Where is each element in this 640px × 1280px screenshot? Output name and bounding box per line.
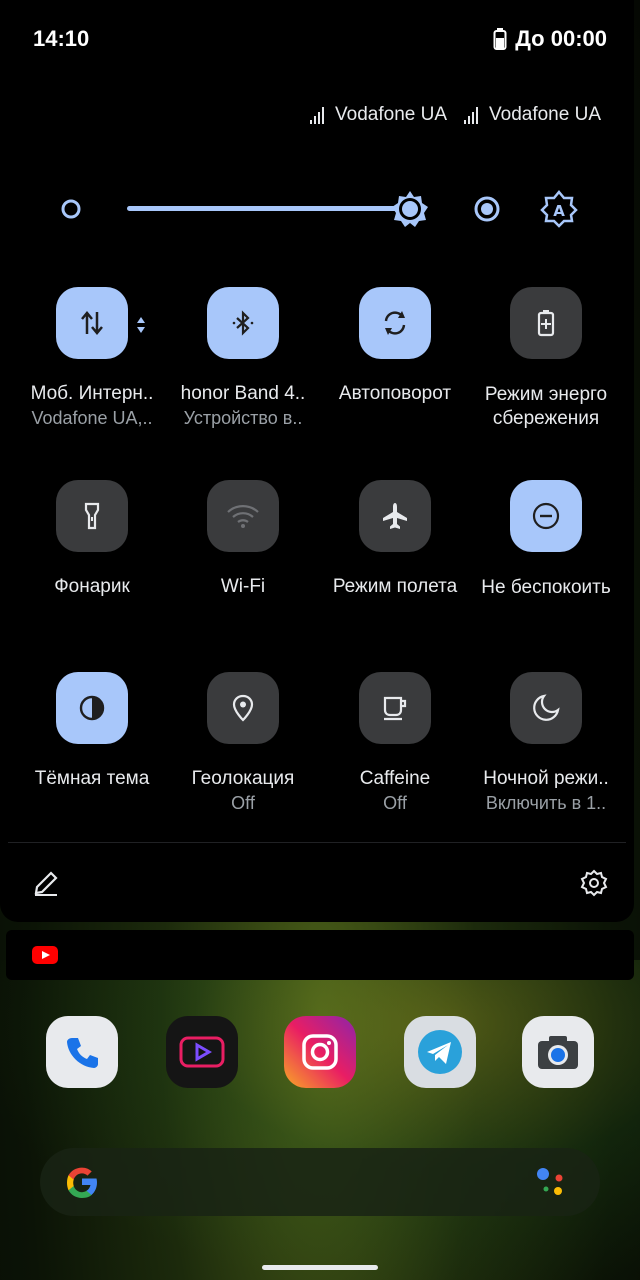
tile-label: Ночной режи.. (483, 768, 609, 789)
signal-icon (310, 107, 325, 124)
google-search-bar[interactable] (40, 1148, 600, 1216)
tile-airplane-mode[interactable]: Режим полета (319, 480, 471, 660)
tile-label: Геолокация (191, 768, 295, 789)
tile-button[interactable] (510, 480, 582, 552)
auto-rotate-icon (384, 311, 406, 335)
carrier-row: Vodafone UA Vodafone UA (309, 104, 601, 126)
telegram-icon (418, 1030, 462, 1074)
tile-button[interactable] (359, 480, 431, 552)
location-icon (232, 694, 254, 722)
do-not-disturb-icon (532, 502, 560, 530)
tile-button[interactable] (510, 287, 582, 359)
tile-button[interactable] (510, 672, 582, 744)
brightness-thumb-icon[interactable] (391, 190, 429, 228)
carrier-name: Vodafone UA (489, 104, 601, 125)
clock: 14:10 (33, 26, 90, 51)
tile-label: Автоповорот (338, 383, 452, 404)
tile-button[interactable] (207, 287, 279, 359)
tile-label: Фонарик (54, 576, 130, 597)
battery-icon (493, 28, 507, 50)
tile-button[interactable] (56, 480, 128, 552)
tile-sublabel: Off (383, 793, 407, 813)
wifi-icon (227, 505, 259, 528)
carrier-1: Vodafone UA (309, 104, 447, 126)
tile-button[interactable] (207, 672, 279, 744)
tile-sublabel: Off (231, 793, 255, 813)
night-mode-icon (533, 694, 560, 721)
notification-youtube[interactable] (6, 930, 634, 980)
flashlight-icon (84, 502, 100, 530)
tile-flashlight[interactable]: Фонарик (16, 480, 168, 660)
brightness-slider[interactable] (127, 206, 409, 211)
tile-label: Режим энерго сбережения (484, 384, 608, 429)
bluetooth-icon (232, 310, 254, 336)
camera-app-icon[interactable] (522, 1016, 594, 1088)
battery-status: До 00:00 (493, 26, 607, 52)
phone-app-icon[interactable] (46, 1016, 118, 1088)
tile-label: honor Band 4.. (180, 383, 306, 404)
adaptive-brightness-icon[interactable] (473, 195, 501, 223)
brightness-low-icon (61, 199, 81, 219)
svg-text:A: A (553, 202, 565, 220)
tile-button[interactable] (56, 287, 128, 359)
youtube-icon (32, 946, 58, 964)
tile-bluetooth[interactable]: honor Band 4.. Устройство в.. (167, 287, 319, 467)
google-assistant-icon (537, 1168, 563, 1195)
tile-auto-rotate[interactable]: Автоповорот (319, 287, 471, 467)
quick-settings-panel: 14:10 До 00:00 Vodafone UA Vodafone UA A… (0, 0, 634, 922)
tile-button[interactable] (359, 672, 431, 744)
google-g-icon (67, 1167, 97, 1198)
tile-wifi[interactable]: Wi-Fi (167, 480, 319, 660)
play-icon (179, 1036, 225, 1068)
tile-dark-theme[interactable]: Тёмная тема (16, 672, 168, 852)
tile-label: Тёмная тема (34, 768, 150, 789)
wallpaper (0, 960, 640, 1280)
tile-button[interactable] (56, 672, 128, 744)
carrier-2: Vodafone UA (463, 104, 601, 126)
tile-sublabel: Включить в 1.. (485, 793, 607, 813)
status-bar: 14:10 До 00:00 (0, 0, 640, 80)
gesture-navigation-bar[interactable] (262, 1265, 378, 1270)
tile-night-mode[interactable]: Ночной режи.. Включить в 1.. (470, 672, 622, 852)
battery-text: До 00:00 (515, 26, 607, 51)
edit-pencil-icon[interactable] (32, 869, 60, 897)
tile-button[interactable] (207, 480, 279, 552)
battery-saver-icon (537, 310, 555, 337)
dark-theme-icon (79, 695, 105, 721)
camera-outline-icon (302, 1034, 338, 1070)
tile-button[interactable] (359, 287, 431, 359)
tile-label: Caffeine (359, 768, 431, 789)
tile-label: Моб. Интерн.. (30, 383, 154, 404)
instagram-app-icon[interactable] (284, 1016, 356, 1088)
telegram-app-icon[interactable] (404, 1016, 476, 1088)
tile-label: Режим полета (332, 576, 458, 597)
tile-battery-saver[interactable]: Режим энерго сбережения (470, 287, 622, 467)
tile-sublabel: Vodafone UA,.. (31, 408, 153, 428)
tile-caffeine[interactable]: Caffeine Off (319, 672, 471, 852)
coffee-icon (383, 696, 407, 721)
carrier-name: Vodafone UA (335, 104, 448, 125)
tile-location[interactable]: Геолокация Off (167, 672, 319, 852)
divider (8, 842, 626, 843)
camera-icon (538, 1036, 578, 1069)
tile-label: Не беспокоить (481, 577, 611, 598)
phone-icon (67, 1038, 98, 1068)
auto-brightness-icon[interactable]: A (540, 190, 578, 228)
airplane-icon (383, 503, 407, 529)
tile-mobile-data[interactable]: Моб. Интерн.. Vodafone UA,.. (16, 287, 168, 467)
data-arrows-icon (81, 311, 103, 335)
tile-sublabel: Устройство в.. (183, 408, 303, 428)
youtube-music-app-icon[interactable] (166, 1016, 238, 1088)
data-activity-icon (137, 317, 145, 333)
tile-label: Wi-Fi (220, 576, 266, 597)
signal-icon (464, 107, 479, 124)
settings-gear-icon[interactable] (580, 869, 608, 897)
tile-do-not-disturb[interactable]: Не беспокоить (470, 480, 622, 660)
